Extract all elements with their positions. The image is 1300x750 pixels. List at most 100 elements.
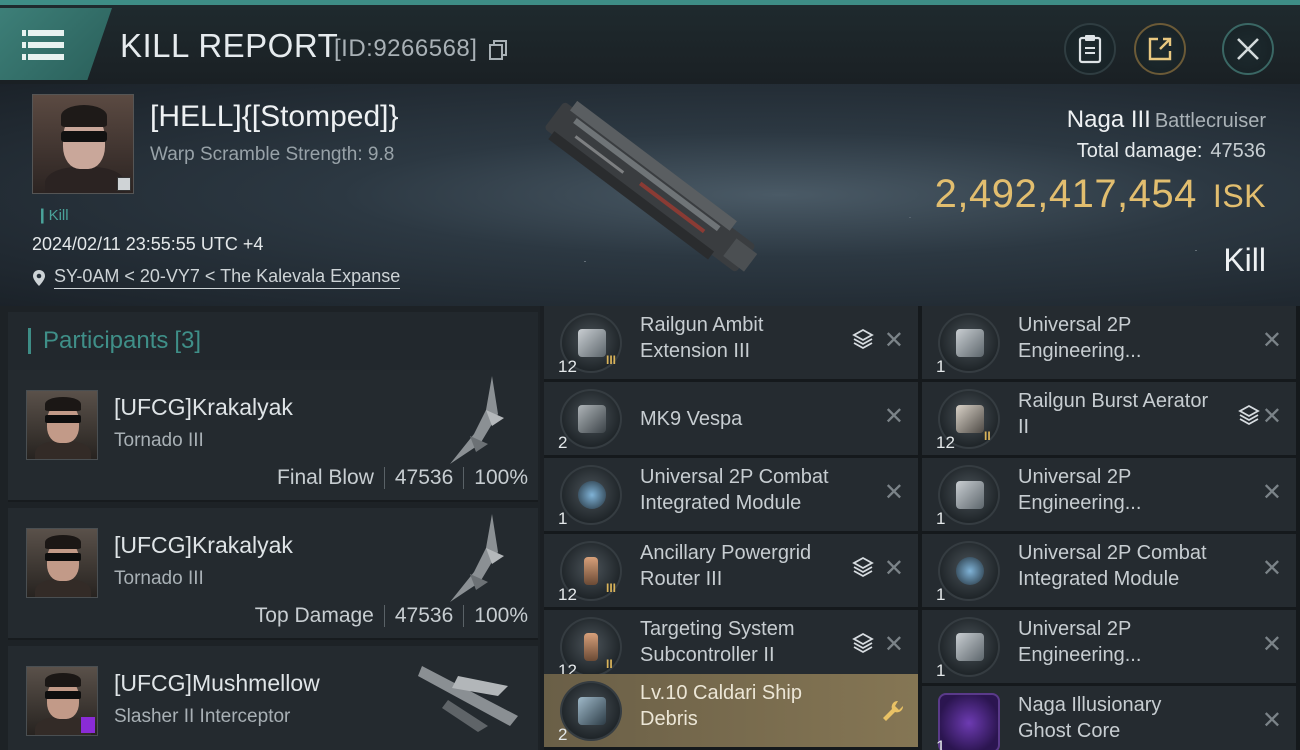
dropped-items-grid: 12 III Railgun Ambit Extension III ✕ 2 MK… [544,306,1300,750]
module-icon [938,465,1000,525]
debris-icon [560,681,622,741]
warp-scramble-strength: Warp Scramble Strength: 9.8 [150,144,395,165]
close-icon[interactable]: ✕ [1262,554,1282,583]
item-universal-2p-engineering[interactable]: 1 Universal 2P Engineering... ✕ [922,306,1296,379]
item-targeting-system-subcontroller[interactable]: 12 II Targeting System Subcontroller II ✕ [544,610,918,683]
item-tier: III [606,581,617,595]
wrench-icon[interactable] [880,698,906,724]
item-railgun-ambit-extension[interactable]: 12 III Railgun Ambit Extension III ✕ [544,306,918,379]
participant-percent: 100% [474,466,528,489]
slasher-ship-image [418,666,518,732]
close-icon[interactable]: ✕ [1262,326,1282,355]
stack-icon [1238,404,1260,426]
tornado-ship-image [450,376,504,464]
participants-count: [3] [174,327,202,354]
close-icon[interactable]: ✕ [884,402,904,431]
item-name: Universal 2P Engineering... [1018,466,1142,514]
participant-stats: Top Damage 47536 100% [255,604,528,628]
item-universal-2p-combat[interactable]: 1 Universal 2P Combat Integrated Module ✕ [544,458,918,531]
item-quantity: 1 [936,661,946,680]
participant-damage: 47536 [394,466,454,489]
participant-percent: 100% [474,604,528,627]
item-mk9-vespa[interactable]: 2 MK9 Vespa ✕ [544,382,918,455]
close-icon[interactable]: ✕ [884,630,904,659]
location-pin-icon [33,269,45,286]
close-icon[interactable]: ✕ [1262,478,1282,507]
participant-row[interactable]: [UFCG]Krakalyak Tornado III Top Damage 4… [8,508,538,640]
close-icon[interactable]: ✕ [884,554,904,583]
module-icon [560,465,622,525]
item-name: Lv.10 Caldari Ship Debris [640,682,802,730]
total-damage: Total damage: 47536 [1076,140,1266,162]
item-universal-2p-engineering[interactable]: 1 Universal 2P Engineering... ✕ [922,458,1296,531]
item-name: Ancillary Powergrid Router III [640,542,812,590]
page-title: KILL REPORT [120,27,339,64]
close-icon[interactable]: ✕ [1262,402,1282,431]
item-name: Universal 2P Combat Integrated Module [640,466,829,514]
victim-name[interactable]: [HELL]{[Stomped]} [150,100,399,134]
participant-row[interactable]: [UFCG]Krakalyak Tornado III Final Blow 4… [8,370,538,502]
participant-stats: Final Blow 47536 100% [277,466,528,490]
item-name: Railgun Ambit Extension III [640,314,764,362]
item-quantity: 12 [558,585,577,604]
item-tier: III [606,353,617,367]
close-button[interactable] [1222,23,1274,75]
tornado-ship-image [450,514,504,602]
participant-row[interactable]: [UFCG]Mushmellow Slasher II Interceptor [8,646,538,750]
avatar[interactable] [26,666,98,736]
clipboard-icon [1078,35,1102,64]
stack-icon [852,328,874,350]
item-name: MK9 Vespa [640,408,743,430]
module-icon [938,313,1000,373]
copy-icon[interactable] [488,39,508,61]
participant-damage: 47536 [394,604,454,627]
item-caldari-ship-debris[interactable]: 2 Lv.10 Caldari Ship Debris [544,674,918,747]
stack-icon [852,632,874,654]
item-name: Universal 2P Engineering... [1018,618,1142,666]
item-tier: II [984,429,991,443]
kill-type-label: Kill [1223,242,1266,278]
location-link[interactable]: SY-0AM < 20-VY7 < The Kalevala Expanse [54,266,401,289]
item-quantity: 2 [558,725,568,744]
item-universal-2p-engineering[interactable]: 1 Universal 2P Engineering... ✕ [922,610,1296,683]
share-button[interactable] [1134,23,1186,75]
item-quantity: 2 [558,433,568,452]
close-icon[interactable]: ✕ [1262,706,1282,735]
victim-ship-image [545,100,758,272]
item-quantity: 1 [558,509,568,528]
clipboard-button[interactable] [1064,23,1116,75]
participant-ship: Slasher II Interceptor [114,706,291,727]
item-name: Universal 2P Engineering... [1018,314,1142,362]
kill-location[interactable]: SY-0AM < 20-VY7 < The Kalevala Expanse [32,266,401,289]
close-icon[interactable]: ✕ [884,326,904,355]
item-name: Targeting System Subcontroller II [640,618,795,666]
module-icon [938,617,1000,677]
ghost-core-icon [938,693,1000,750]
module-icon [938,541,1000,601]
item-ancillary-powergrid-router[interactable]: 12 III Ancillary Powergrid Router III ✕ [544,534,918,607]
close-icon[interactable]: ✕ [1262,630,1282,659]
alliance-badge-icon [81,717,95,733]
item-quantity: 1 [936,357,946,376]
header-bar: KILL REPORT [ID:9266568] [0,0,1300,84]
kill-timestamp: 2024/02/11 23:55:55 UTC +4 [32,234,264,254]
item-universal-2p-combat[interactable]: 1 Universal 2P Combat Integrated Module ✕ [922,534,1296,607]
participant-role: Final Blow [277,466,374,489]
item-railgun-burst-aerator[interactable]: 12 II Railgun Burst Aerator II ✕ [922,382,1296,455]
participant-ship: Tornado III [114,568,204,589]
item-name: Universal 2P Combat Integrated Module [1018,542,1207,590]
report-id: [ID:9266568] [334,35,478,62]
item-naga-illusionary-ghost-core[interactable]: 1 Naga Illusionary Ghost Core ✕ [922,686,1296,750]
close-icon[interactable]: ✕ [884,478,904,507]
avatar[interactable] [26,390,98,460]
share-icon [1148,37,1172,61]
victim-avatar[interactable] [32,94,134,194]
participant-name: [UFCG]Krakalyak [114,532,293,558]
participants-header: Participants [3] [8,312,538,370]
kill-tag: ❙Kill [36,207,69,224]
participant-name: [UFCG]Krakalyak [114,394,293,420]
avatar[interactable] [26,528,98,598]
victim-panel: [HELL]{[Stomped]} Warp Scramble Strength… [0,84,1300,306]
menu-button[interactable] [0,8,112,80]
participant-name: [UFCG]Mushmellow [114,670,320,696]
